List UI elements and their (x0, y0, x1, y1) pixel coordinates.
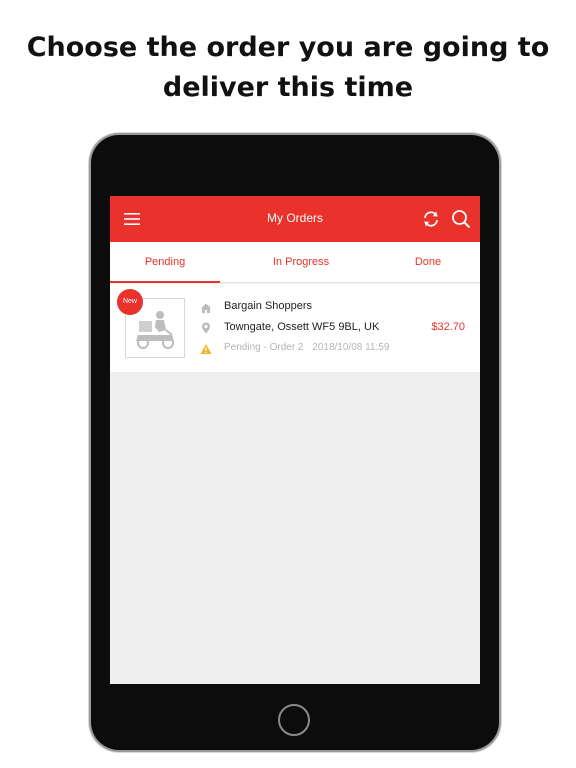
home-button[interactable] (278, 704, 310, 736)
order-list-item[interactable]: New Bargain Shoppers Towngate, Ossett WF… (110, 284, 480, 372)
store-name: Bargain Shoppers (224, 300, 313, 312)
new-badge: New (117, 289, 143, 315)
tab-pending-label: Pending (144, 256, 186, 268)
tablet-frame: My Orders Pending In Progress Done New B… (91, 135, 499, 750)
warning-icon (200, 344, 212, 354)
search-icon[interactable] (451, 209, 471, 229)
order-datetime: 2018/10/08 11:59 (312, 342, 390, 353)
headline-line-2: deliver this time (162, 72, 414, 103)
app-screen: My Orders Pending In Progress Done New B… (110, 196, 480, 684)
refresh-icon[interactable] (421, 209, 441, 229)
order-price: $32.70 (431, 321, 465, 333)
store-icon (201, 303, 211, 313)
order-status-text: Pending - Order 2 (224, 342, 304, 353)
tab-pending[interactable]: Pending (110, 242, 220, 283)
tab-in-progress-label: In Progress (272, 256, 330, 268)
location-pin-icon (202, 322, 210, 334)
tab-done[interactable]: Done (396, 242, 460, 282)
tab-done-label: Done (414, 256, 442, 268)
order-status: Pending - Order 2 2018/10/08 11:59 (224, 342, 389, 353)
tab-in-progress[interactable]: In Progress (250, 242, 352, 282)
promo-headline: Choose the order you are going to delive… (0, 28, 576, 108)
app-bar: My Orders (110, 196, 480, 242)
delivery-address: Towngate, Ossett WF5 9BL, UK (224, 321, 380, 333)
order-tabs: Pending In Progress Done (110, 242, 480, 283)
headline-line-1: Choose the order you are going to (26, 32, 550, 63)
